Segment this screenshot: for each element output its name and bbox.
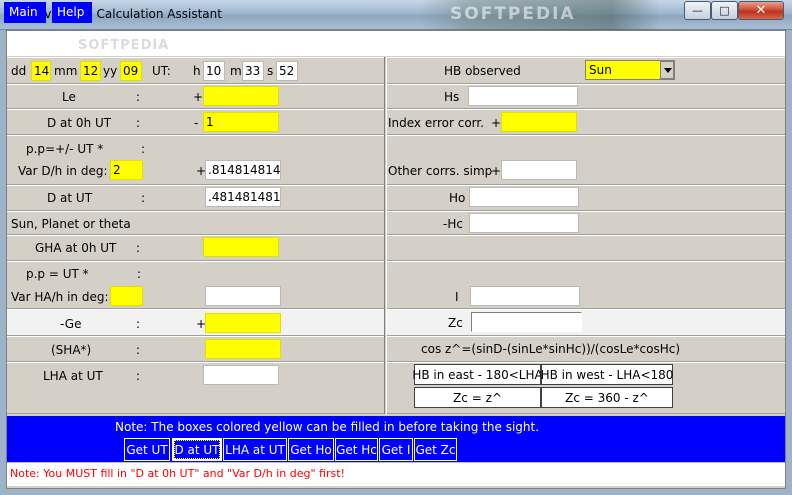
- hb-east-button[interactable]: HB in east - 180<LHA: [412, 364, 543, 385]
- d-ut-colon: :: [141, 191, 146, 205]
- var-d-result-field[interactable]: .8148148148: [205, 160, 281, 180]
- mm-label: mm: [54, 64, 78, 78]
- i-label: I: [455, 290, 459, 304]
- sha-label: (SHA*): [51, 343, 92, 357]
- hc-label: -Hc: [443, 217, 463, 231]
- hb-west-button[interactable]: HB in west - LHA<180: [541, 364, 673, 385]
- lha-field[interactable]: [203, 365, 279, 385]
- dd-field[interactable]: 14: [31, 61, 51, 81]
- pp-label: p.p=+/- UT *: [26, 142, 104, 156]
- h-label: h: [193, 64, 201, 78]
- row-i: [387, 261, 785, 309]
- zc-equals-z-button[interactable]: Zc = z^: [414, 387, 541, 408]
- menu-main[interactable]: Main: [4, 2, 46, 23]
- hc-field[interactable]: [469, 213, 579, 233]
- other-corrs-field[interactable]: [501, 160, 577, 180]
- second-field[interactable]: 52: [276, 61, 298, 81]
- d-ut-field[interactable]: .4814814815: [205, 187, 281, 207]
- var-ha-result-field[interactable]: [205, 286, 281, 306]
- column-divider: [384, 57, 387, 414]
- gha-field[interactable]: [203, 237, 279, 257]
- le-field[interactable]: [203, 86, 279, 106]
- minimize-button[interactable]: —: [684, 1, 711, 20]
- lha-at-ut-button[interactable]: LHA at UT: [223, 438, 287, 461]
- d0-colon: :: [136, 116, 141, 130]
- get-i-button[interactable]: Get I: [379, 438, 413, 461]
- hs-label: Hs: [444, 90, 460, 104]
- minute-field[interactable]: 33: [242, 61, 264, 81]
- menu-watermark: SOFTPEDIA: [78, 38, 170, 53]
- i-field[interactable]: [470, 286, 580, 306]
- ge-colon: :: [136, 317, 141, 331]
- hb-observed-label: HB observed: [444, 64, 521, 78]
- body-select-value: Sun: [589, 63, 612, 77]
- dd-label: dd: [11, 64, 27, 78]
- warning-text: Note: You MUST fill in "D at 0h UT" and …: [10, 467, 345, 480]
- var-ha-field[interactable]: [110, 286, 143, 306]
- get-ho-button[interactable]: Get Ho: [288, 438, 334, 461]
- m-label: m: [230, 64, 242, 78]
- d-at-ut-button[interactable]: D at UT: [172, 438, 222, 461]
- close-icon: ✕: [755, 3, 767, 18]
- index-error-sign: +: [491, 116, 502, 130]
- chevron-down-icon[interactable]: [660, 61, 674, 79]
- ho-field[interactable]: [469, 187, 579, 207]
- close-button[interactable]: ✕: [738, 1, 784, 20]
- d-ut-label: D at UT: [47, 191, 93, 205]
- var-ha-label: Var HA/h in deg:: [11, 290, 109, 304]
- hs-field[interactable]: [468, 86, 578, 106]
- index-error-field[interactable]: [501, 112, 577, 132]
- minimize-icon: —: [692, 4, 703, 17]
- get-ut-button[interactable]: Get UT: [124, 438, 170, 461]
- gha-colon: :: [136, 241, 141, 255]
- get-hc-button[interactable]: Get Hc: [335, 438, 378, 461]
- zc-label: Zc: [448, 316, 463, 330]
- mm-field[interactable]: 12: [80, 61, 101, 81]
- gha-label: GHA at 0h UT: [35, 241, 117, 255]
- watermark-text: SOFTPEDIA: [450, 4, 576, 24]
- maximize-button[interactable]: □: [711, 1, 738, 20]
- get-zc-button[interactable]: Get Zc: [414, 438, 457, 461]
- hour-field[interactable]: 10: [203, 61, 225, 81]
- ge-field[interactable]: [205, 313, 281, 333]
- yy-field[interactable]: 09: [120, 61, 142, 81]
- cos-z-formula: cos z^=(sinD-(sinLe*sinHc))/(cosLe*cosHc…: [421, 342, 681, 356]
- s-label: s: [267, 64, 274, 78]
- zc-field[interactable]: [471, 312, 582, 332]
- yy-label: yy: [103, 64, 118, 78]
- pp-colon: :: [141, 142, 146, 156]
- d0-sign: -: [194, 116, 199, 130]
- d0-label: D at 0h UT: [47, 116, 112, 130]
- ho-label: Ho: [449, 191, 466, 205]
- ut-label: UT:: [152, 64, 171, 78]
- lha-colon: :: [136, 369, 141, 383]
- menu-help[interactable]: Help: [52, 2, 92, 23]
- ge-label: -Ge: [60, 317, 82, 331]
- row-zc: [387, 309, 785, 336]
- sha-field[interactable]: [205, 339, 281, 359]
- row-blank: [387, 235, 785, 261]
- var-d-field[interactable]: 2: [110, 160, 143, 180]
- var-d-label: Var D/h in deg:: [18, 164, 108, 178]
- maximize-icon: □: [719, 4, 730, 17]
- le-colon: :: [136, 90, 141, 104]
- other-corrs-label: Other corrs. simp: [388, 164, 493, 178]
- note-text: Note: The boxes colored yellow can be fi…: [115, 420, 540, 434]
- other-corrs-sign: +: [491, 164, 502, 178]
- index-error-label: Index error corr.: [388, 116, 485, 130]
- lha-label: LHA at UT: [43, 369, 103, 383]
- title-watermark: SOFTPEDIA: [420, 0, 660, 30]
- pp2-label: p.p = UT *: [26, 267, 89, 281]
- sun-planet-label: Sun, Planet or theta: [11, 217, 131, 231]
- le-label: Le: [62, 90, 76, 104]
- zc-360-button[interactable]: Zc = 360 - z^: [541, 387, 673, 408]
- le-sign: +: [193, 90, 204, 104]
- row-ho: [387, 185, 785, 211]
- d0-field[interactable]: 1: [203, 112, 279, 132]
- pp2-colon: :: [137, 267, 142, 281]
- sha-colon: :: [136, 343, 141, 357]
